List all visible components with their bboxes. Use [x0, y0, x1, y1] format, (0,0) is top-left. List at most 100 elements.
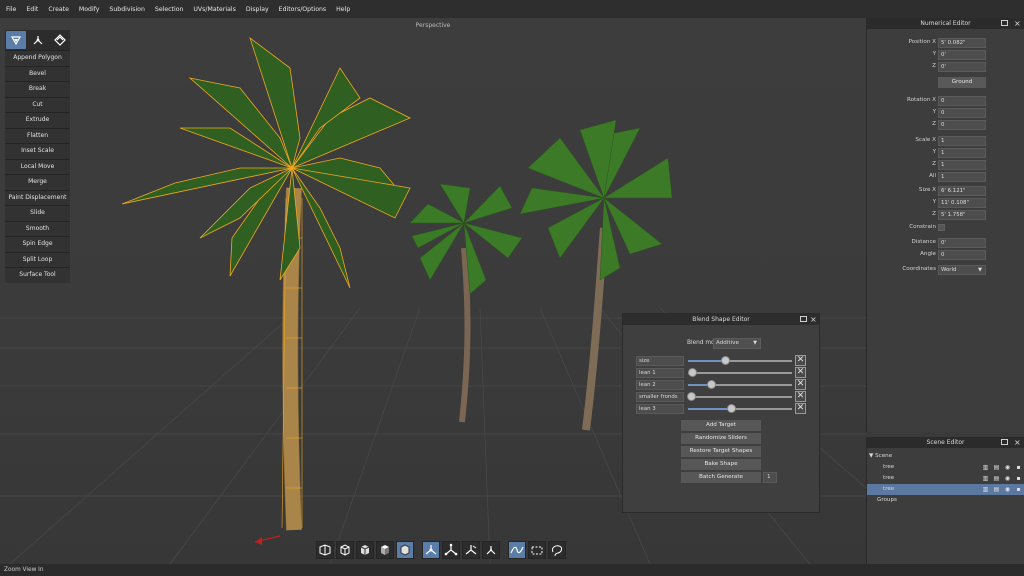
tool-break-button[interactable]: Break [5, 81, 70, 97]
menu-file[interactable]: File [6, 6, 16, 13]
wireframe-icon[interactable]: ▥ [982, 464, 989, 471]
vertex-select-icon[interactable] [422, 541, 440, 559]
blend-target-name-field[interactable]: lean 1 [636, 368, 684, 378]
shaded-cube-icon[interactable] [376, 541, 394, 559]
menu-help[interactable]: Help [336, 6, 350, 13]
bars-icon[interactable]: ▤ [993, 464, 1000, 471]
blend-slider-handle[interactable] [726, 404, 736, 413]
position-y-field[interactable]: 0' [938, 50, 986, 60]
blend-slider[interactable] [687, 392, 792, 401]
scale-all-field[interactable]: 1 [938, 172, 986, 182]
wireframe-icon[interactable]: ▥ [982, 475, 989, 482]
maximize-icon[interactable] [800, 316, 807, 322]
edge-mode-icon[interactable] [50, 31, 70, 49]
blend-slider[interactable] [688, 368, 792, 377]
menu-selection[interactable]: Selection [155, 6, 184, 13]
bars-icon[interactable]: ▤ [993, 475, 1000, 482]
remove-target-icon[interactable]: ✕ [795, 379, 806, 390]
eye-icon[interactable]: ◉ [1004, 464, 1011, 471]
position-z-field[interactable]: 0' [938, 62, 986, 72]
maximize-icon[interactable] [1001, 439, 1008, 445]
tool-slide-button[interactable]: Slide [5, 205, 70, 221]
tool-split-loop-button[interactable]: Split Loop [5, 251, 70, 267]
tool-merge-button[interactable]: Merge [5, 174, 70, 190]
object-select-icon[interactable] [482, 541, 500, 559]
close-icon[interactable]: × [1014, 437, 1021, 448]
tool-inset-scale-button[interactable]: Inset Scale [5, 143, 70, 159]
batch-generate-button[interactable]: Batch Generate [681, 472, 761, 483]
blend-target-name-field[interactable]: lean 2 [636, 380, 684, 390]
rotation-z-field[interactable]: 0 [938, 120, 986, 130]
menu-modify[interactable]: Modify [79, 6, 100, 13]
rotation-y-field[interactable]: 0 [938, 108, 986, 118]
scale-z-field[interactable]: 1 [938, 160, 986, 170]
restore-target-shapes-button[interactable]: Restore Target Shapes [681, 446, 761, 457]
expand-arrow-icon[interactable]: ▼ [869, 453, 873, 459]
scene-item-row[interactable]: tree ▥ ▤ ◉ ▪ [867, 462, 1024, 473]
tool-flatten-button[interactable]: Flatten [5, 127, 70, 143]
tool-smooth-button[interactable]: Smooth [5, 220, 70, 236]
constrain-checkbox[interactable] [938, 224, 945, 231]
lock-icon[interactable]: ▪ [1015, 475, 1022, 482]
edge-select-icon[interactable] [442, 541, 460, 559]
textured-cube-icon[interactable] [396, 541, 414, 559]
solid-cube-icon[interactable] [356, 541, 374, 559]
blend-target-name-field[interactable]: smaller fronds [636, 392, 684, 402]
tool-local-move-button[interactable]: Local Move [5, 158, 70, 174]
tool-extrude-button[interactable]: Extrude [5, 112, 70, 128]
scene-root[interactable]: ▼ Scene [867, 451, 1024, 462]
tool-cut-button[interactable]: Cut [5, 96, 70, 112]
blend-target-name-field[interactable]: lean 3 [636, 404, 684, 414]
blend-slider-handle[interactable] [687, 392, 697, 401]
remove-target-icon[interactable]: ✕ [795, 403, 806, 414]
scale-x-field[interactable]: 1 [938, 136, 986, 146]
blend-mode-dropdown[interactable]: Additive ▼ [713, 338, 761, 349]
remove-target-icon[interactable]: ✕ [795, 367, 806, 378]
blend-slider[interactable] [688, 356, 792, 365]
close-icon[interactable]: × [810, 314, 817, 325]
remove-target-icon[interactable]: ✕ [795, 391, 806, 402]
blend-slider-handle[interactable] [688, 368, 698, 377]
close-icon[interactable]: × [1014, 18, 1021, 29]
wireframe-icon[interactable]: ▥ [982, 486, 989, 493]
distance-field[interactable]: 0' [938, 238, 986, 248]
eye-icon[interactable]: ◉ [1004, 486, 1011, 493]
blend-slider[interactable] [688, 404, 792, 413]
angle-field[interactable]: 0 [938, 250, 986, 260]
blend-slider-handle[interactable] [706, 380, 716, 389]
position-x-field[interactable]: 5' 0.082" [938, 38, 986, 48]
face-select-icon[interactable] [462, 541, 480, 559]
size-x-field[interactable]: 6' 6.121" [938, 186, 986, 196]
blend-slider-handle[interactable] [721, 356, 731, 365]
groups-label[interactable]: Groups [867, 495, 1024, 506]
remove-target-icon[interactable]: ✕ [795, 355, 806, 366]
face-mode-icon[interactable] [6, 31, 26, 49]
size-z-field[interactable]: 5' 1.758" [938, 210, 986, 220]
rotation-x-field[interactable]: 0 [938, 96, 986, 106]
menu-edit[interactable]: Edit [26, 6, 38, 13]
lock-icon[interactable]: ▪ [1015, 464, 1022, 471]
randomize-sliders-button[interactable]: Randomize Sliders [681, 433, 761, 444]
tool-paint-displacement-button[interactable]: Paint Displacement [5, 189, 70, 205]
coordinates-dropdown[interactable]: World ▼ [938, 265, 986, 275]
box-select-icon[interactable] [528, 541, 546, 559]
menu-subdivision[interactable]: Subdivision [109, 6, 144, 13]
tool-append-polygon-button[interactable]: Append Polygon [5, 50, 70, 66]
tool-surface-tool-button[interactable]: Surface Tool [5, 267, 70, 283]
eye-icon[interactable]: ◉ [1004, 475, 1011, 482]
menu-uvs-materials[interactable]: UVs/Materials [193, 6, 235, 13]
vertex-mode-icon[interactable] [28, 31, 48, 49]
scale-y-field[interactable]: 1 [938, 148, 986, 158]
tool-bevel-button[interactable]: Bevel [5, 65, 70, 81]
ground-button[interactable]: Ground [938, 77, 986, 88]
blend-slider[interactable] [688, 380, 792, 389]
menu-editors-options[interactable]: Editors/Options [279, 6, 327, 13]
maximize-icon[interactable] [1001, 20, 1008, 26]
size-y-field[interactable]: 11' 0.108" [938, 198, 986, 208]
wire-cube-icon[interactable] [336, 541, 354, 559]
bars-icon[interactable]: ▤ [993, 486, 1000, 493]
menu-create[interactable]: Create [48, 6, 69, 13]
freeform-select-icon[interactable] [508, 541, 526, 559]
lasso-select-icon[interactable] [548, 541, 566, 559]
scene-item-row[interactable]: tree ▥ ▤ ◉ ▪ [867, 473, 1024, 484]
